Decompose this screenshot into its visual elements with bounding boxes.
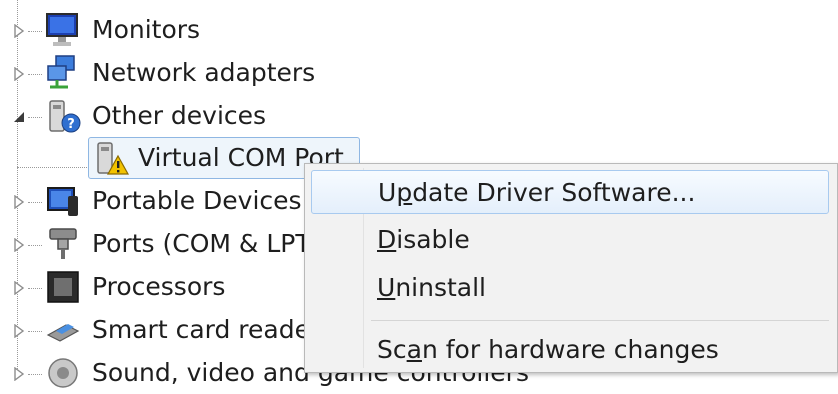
tree-connector-line	[28, 245, 42, 246]
processor-icon	[47, 271, 79, 303]
expand-arrow-icon[interactable]	[12, 281, 26, 295]
menu-item-disable[interactable]: Disable	[311, 218, 829, 262]
expand-arrow-icon[interactable]	[12, 67, 26, 81]
other-devices-icon: ?	[49, 100, 81, 133]
tree-item-label: Ports (COM & LPT)	[92, 229, 321, 258]
network-adapter-icon	[47, 55, 75, 89]
tree-connector-line	[28, 374, 42, 375]
tree-item-label: Network adapters	[92, 58, 316, 87]
tree-connector-line	[17, 167, 89, 169]
menu-item-update-driver-software[interactable]: Update Driver Software...	[311, 170, 829, 214]
expand-arrow-icon[interactable]	[12, 24, 26, 38]
tree-connector-line	[28, 331, 42, 332]
menu-item-label: Uninstall	[377, 273, 486, 302]
expand-arrow-icon[interactable]	[12, 195, 26, 209]
menu-item-uninstall[interactable]: Uninstall	[311, 266, 829, 310]
expand-arrow-icon[interactable]	[12, 324, 26, 338]
menu-separator	[371, 320, 829, 321]
smart-card-reader-icon	[46, 324, 80, 342]
tree-item-label: Other devices	[92, 101, 267, 130]
tree-connector-line	[28, 31, 42, 32]
portable-device-icon	[47, 187, 78, 216]
tree-item-label: Smart card readers	[92, 315, 334, 344]
sound-icon	[48, 358, 78, 388]
monitor-icon	[46, 13, 78, 46]
unknown-device-warning-icon	[97, 142, 130, 175]
tree-connector-line	[28, 202, 42, 203]
menu-item-scan-for-hardware-changes[interactable]: Scan for hardware changes	[311, 328, 829, 372]
tree-connector-line	[28, 288, 42, 289]
menu-item-label: Update Driver Software...	[378, 178, 696, 207]
tree-connector-line	[28, 74, 42, 75]
tree-item-label: Monitors	[92, 15, 201, 44]
menu-item-label: Disable	[377, 225, 470, 254]
tree-item-label: Processors	[92, 272, 226, 301]
tree-connector-line	[28, 117, 42, 118]
tree-item-label: Portable Devices	[92, 186, 302, 215]
expand-arrow-icon[interactable]	[12, 367, 26, 381]
collapse-arrow-icon[interactable]	[12, 110, 26, 124]
port-icon	[49, 228, 77, 259]
svg-text:?: ?	[67, 117, 75, 132]
menu-item-label: Scan for hardware changes	[377, 335, 719, 364]
tree-connector-line	[17, 0, 18, 371]
context-menu: Update Driver Software... Disable Uninst…	[304, 163, 838, 373]
expand-arrow-icon[interactable]	[12, 238, 26, 252]
